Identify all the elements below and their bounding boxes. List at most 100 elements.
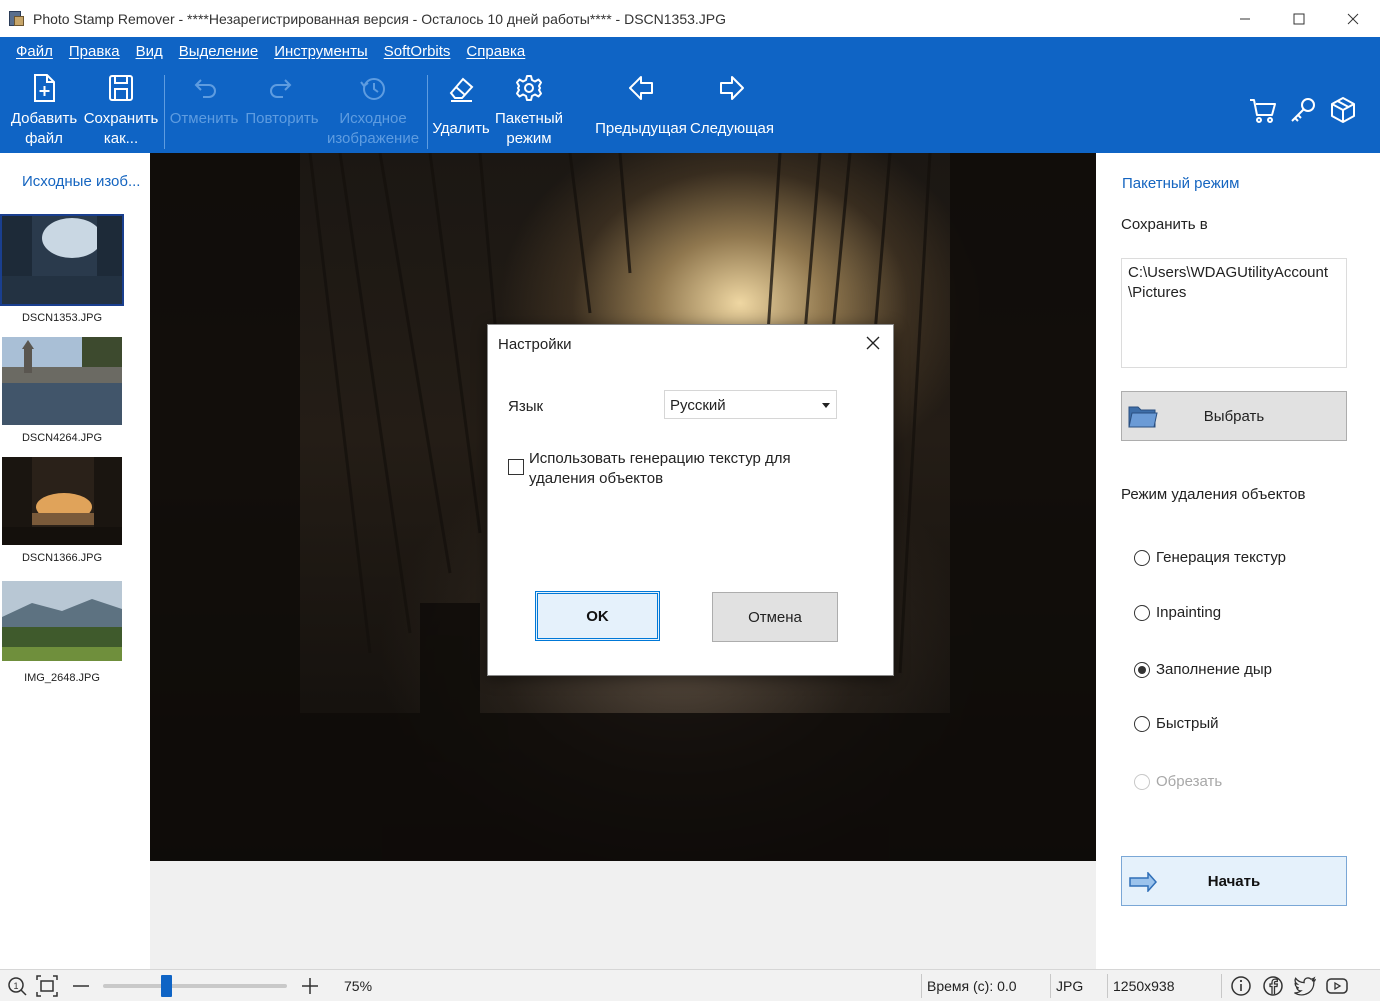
dialog-close-icon[interactable] bbox=[865, 335, 881, 351]
thumbnail-image bbox=[2, 457, 122, 545]
choose-folder-label: Выбрать bbox=[1203, 407, 1265, 425]
menu-file[interactable]: Файл bbox=[8, 43, 61, 61]
menu-softorbits[interactable]: SoftOrbits bbox=[376, 43, 459, 61]
maximize-button[interactable] bbox=[1272, 0, 1326, 37]
undo-button[interactable]: Отменить bbox=[168, 71, 240, 153]
cart-icon[interactable] bbox=[1248, 95, 1278, 125]
title-bar: Photo Stamp Remover - ****Незарегистриро… bbox=[0, 0, 1380, 37]
thumbnail-dscn4264[interactable] bbox=[2, 337, 122, 425]
next-button[interactable]: Следующая bbox=[690, 71, 774, 153]
language-select[interactable]: Русский bbox=[664, 390, 837, 419]
source-images-title[interactable]: Исходные изоб... bbox=[22, 173, 140, 190]
undo-icon bbox=[194, 79, 216, 98]
box-icon[interactable] bbox=[1328, 95, 1358, 125]
mode-label: Заполнение дыр bbox=[1156, 661, 1272, 678]
window-title: Photo Stamp Remover - ****Незарегистриро… bbox=[33, 10, 727, 27]
remove-label: Удалить bbox=[432, 120, 490, 137]
removal-mode-label: Режим удаления объектов bbox=[1121, 486, 1306, 503]
thumbnail-label: DSCN1353.JPG bbox=[21, 312, 103, 324]
twitter-icon bbox=[1294, 976, 1317, 996]
thumbnail-image bbox=[2, 216, 122, 304]
arrow-left-icon bbox=[629, 76, 653, 100]
menu-edit[interactable]: Правка bbox=[61, 43, 128, 61]
source-images-panel: Исходные изоб... DSCN1353.JPG DSCN4264.J… bbox=[0, 153, 150, 969]
zoom-in-button[interactable] bbox=[301, 970, 319, 1001]
language-select-value: Русский bbox=[670, 397, 726, 414]
menu-view[interactable]: Вид bbox=[128, 43, 171, 61]
menu-tools[interactable]: Инструменты bbox=[266, 43, 376, 61]
zoom-slider-thumb[interactable] bbox=[160, 975, 172, 997]
add-file-button[interactable]: Добавить файл bbox=[8, 71, 80, 153]
svg-text:1: 1 bbox=[13, 981, 18, 991]
mode-texture-generation[interactable]: Генерация текстур bbox=[1134, 549, 1286, 566]
mode-crop: Обрезать bbox=[1134, 773, 1222, 790]
mode-inpainting[interactable]: Inpainting bbox=[1134, 604, 1221, 621]
info-icon bbox=[1231, 976, 1251, 996]
batch-mode-button[interactable]: Пакетный режим bbox=[494, 71, 564, 153]
ribbon-right-icons bbox=[1248, 95, 1358, 125]
thumbnail-image bbox=[2, 337, 122, 425]
original-image-button[interactable]: Исходное изображение bbox=[324, 71, 422, 153]
chevron-down-icon bbox=[822, 403, 830, 408]
image-dimensions: 1250x938 bbox=[1113, 978, 1175, 994]
thumbnail-image bbox=[2, 581, 122, 661]
radio-button[interactable] bbox=[1134, 604, 1150, 621]
radio-button[interactable] bbox=[1134, 549, 1150, 566]
app-icon bbox=[9, 10, 25, 27]
mode-fast[interactable]: Быстрый bbox=[1134, 715, 1219, 732]
batch-panel-title[interactable]: Пакетный режим bbox=[1122, 175, 1239, 192]
cancel-button[interactable]: Отмена bbox=[712, 592, 838, 642]
twitter-button[interactable] bbox=[1293, 970, 1317, 1001]
redo-button[interactable]: Повторить bbox=[242, 71, 322, 153]
thumbnail-dscn1353[interactable] bbox=[0, 214, 124, 306]
start-button[interactable]: Начать bbox=[1121, 856, 1347, 906]
save-icon bbox=[109, 75, 133, 101]
close-button[interactable] bbox=[1326, 0, 1380, 37]
menu-bar: Файл Правка Вид Выделение Инструменты So… bbox=[8, 43, 533, 61]
mode-fill-holes[interactable]: Заполнение дыр bbox=[1134, 661, 1272, 678]
radio-button[interactable] bbox=[1134, 715, 1150, 732]
dialog-title: Настройки bbox=[498, 336, 572, 353]
ribbon: Файл Правка Вид Выделение Инструменты So… bbox=[0, 37, 1380, 153]
zoom-slider-track[interactable] bbox=[103, 984, 287, 988]
arrow-right-icon bbox=[720, 76, 744, 100]
ok-button[interactable]: OK bbox=[535, 591, 660, 641]
undo-label: Отменить bbox=[169, 110, 239, 127]
youtube-icon bbox=[1326, 978, 1348, 994]
menu-selection[interactable]: Выделение bbox=[171, 43, 266, 61]
minimize-icon bbox=[1240, 18, 1250, 19]
image-format: JPG bbox=[1056, 978, 1084, 994]
texture-generation-label[interactable]: Использовать генерацию текстур для удале… bbox=[529, 449, 829, 489]
mode-label: Быстрый bbox=[1156, 715, 1219, 732]
minimize-button[interactable] bbox=[1218, 0, 1272, 37]
fit-screen-button[interactable] bbox=[36, 970, 58, 1001]
zoom-out-button[interactable] bbox=[72, 970, 90, 1001]
thumbnail-dscn1366[interactable] bbox=[2, 457, 122, 545]
close-icon bbox=[1347, 13, 1359, 24]
next-label: Следующая bbox=[690, 120, 774, 137]
choose-folder-button[interactable]: Выбрать bbox=[1121, 391, 1347, 441]
zoom-fit-button[interactable]: 1 bbox=[6, 970, 28, 1001]
save-path-field[interactable]: C:\Users\WDAGUtilityAccount\Pictures bbox=[1121, 258, 1347, 368]
start-label: Начать bbox=[1207, 872, 1261, 890]
mode-label: Обрезать bbox=[1156, 773, 1223, 790]
toolbar-separator bbox=[164, 75, 165, 149]
youtube-button[interactable] bbox=[1325, 970, 1349, 1001]
remove-button[interactable]: Удалить bbox=[430, 71, 492, 153]
menu-help[interactable]: Справка bbox=[458, 43, 533, 61]
thumbnail-label: IMG_2648.JPG bbox=[24, 672, 100, 684]
previous-button[interactable]: Предыдущая bbox=[595, 71, 687, 153]
facebook-button[interactable] bbox=[1262, 970, 1284, 1001]
status-separator bbox=[1107, 974, 1108, 998]
texture-generation-checkbox[interactable] bbox=[508, 459, 524, 475]
info-button[interactable] bbox=[1230, 970, 1252, 1001]
folder-icon bbox=[1128, 406, 1158, 428]
save-as-button[interactable]: Сохранить как... bbox=[83, 71, 159, 153]
thumbnail-label: DSCN4264.JPG bbox=[21, 432, 103, 444]
radio-button-disabled bbox=[1134, 773, 1150, 790]
thumbnail-img2648[interactable] bbox=[2, 581, 122, 669]
save-as-label: Сохранить как... bbox=[83, 110, 159, 147]
language-label: Язык bbox=[508, 398, 544, 415]
key-icon[interactable] bbox=[1288, 95, 1318, 125]
radio-button-selected[interactable] bbox=[1134, 661, 1150, 678]
